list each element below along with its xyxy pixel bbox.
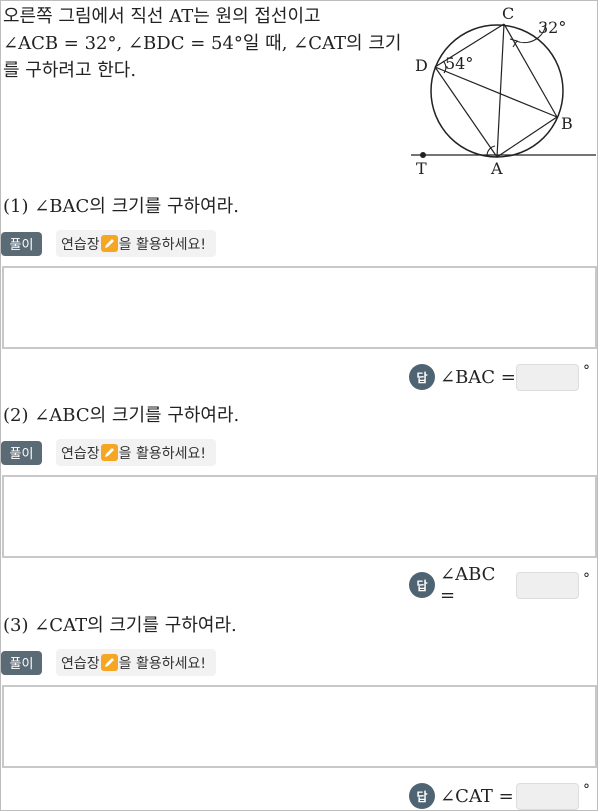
question-3-answer-row: 답 ∠CAT = ° (409, 781, 590, 811)
pencil-note-icon (100, 654, 118, 671)
angle-a-arc (486, 145, 496, 156)
answer-input[interactable] (516, 782, 579, 810)
answer-badge: 답 (409, 783, 435, 809)
chord-db (434, 66, 558, 118)
practice-prefix: 연습장 (61, 655, 100, 672)
practice-prefix: 연습장 (61, 236, 100, 253)
practice-suffix: 을 활용하세요! (118, 236, 206, 253)
chord-ca (496, 23, 505, 158)
chord-cb (503, 23, 558, 118)
answer-badge: 답 (409, 364, 435, 390)
question-3-work-area[interactable] (2, 685, 597, 768)
angle-d-label: 54° (445, 54, 473, 73)
question-2-title: (2) ∠ABC의 크기를 구하여라. (3, 405, 240, 426)
answer-input[interactable] (516, 363, 579, 391)
problem-line-3: 를 구하려고 한다. (3, 60, 137, 81)
label-d: D (415, 56, 428, 75)
chord-ab (496, 116, 558, 158)
practice-pad-button[interactable]: 연습장 을 활용하세요! (56, 649, 216, 676)
worksheet-page: 오른쪽 그림에서 직선 AT는 원의 접선이고 ∠ACB = 32°, ∠BDC… (0, 0, 598, 811)
practice-suffix: 을 활용하세요! (118, 655, 206, 672)
question-1-answer-row: 답 ∠BAC = ° (409, 362, 590, 392)
question-1-title: (1) ∠BAC의 크기를 구하여라. (3, 196, 239, 217)
degree-unit: ° (583, 571, 590, 587)
question-2-answer-row: 답 ∠ABC = ° (409, 564, 590, 606)
solution-badge: 풀이 (1, 650, 42, 675)
problem-statement: 오른쪽 그림에서 직선 AT는 원의 접선이고 ∠ACB = 32°, ∠BDC… (3, 3, 408, 84)
problem-line-1: 오른쪽 그림에서 직선 AT는 원의 접선이고 (3, 6, 321, 27)
question-2-solution-row: 풀이 연습장 을 활용하세요! (1, 439, 216, 466)
answer-label: ∠BAC = (440, 366, 516, 388)
practice-pad-button[interactable]: 연습장 을 활용하세요! (56, 230, 216, 257)
pencil-note-icon (100, 444, 118, 461)
solution-badge: 풀이 (1, 231, 42, 256)
question-3-solution-row: 풀이 연습장 을 활용하세요! (1, 649, 216, 676)
problem-line-2: ∠ACB = 32°, ∠BDC = 54°일 때, ∠CAT의 크기 (3, 33, 402, 54)
label-a: A (490, 159, 503, 178)
circle (430, 24, 564, 158)
practice-prefix: 연습장 (61, 445, 100, 462)
question-1-work-area[interactable] (2, 266, 597, 349)
answer-badge: 답 (409, 572, 435, 598)
answer-input[interactable] (516, 571, 579, 599)
practice-pad-button[interactable]: 연습장 을 활용하세요! (56, 439, 216, 466)
degree-unit: ° (583, 782, 590, 798)
answer-label: ∠ABC = (440, 564, 496, 606)
label-b: B (561, 114, 573, 133)
label-t: T (416, 159, 427, 178)
angle-c-label: 32° (538, 18, 566, 37)
practice-suffix: 을 활용하세요! (118, 445, 206, 462)
degree-unit: ° (583, 363, 590, 379)
point-t (420, 152, 426, 158)
answer-label: ∠CAT = (440, 785, 514, 807)
question-1-solution-row: 풀이 연습장 을 활용하세요! (1, 230, 216, 257)
question-3-title: (3) ∠CAT의 크기를 구하여라. (3, 615, 237, 636)
chord-da (434, 66, 498, 158)
circle-tangent-figure: C D B A T 32° 54° (411, 4, 596, 178)
pencil-note-icon (100, 235, 118, 252)
question-2-work-area[interactable] (2, 475, 597, 558)
label-c: C (502, 4, 514, 23)
solution-badge: 풀이 (1, 440, 42, 465)
